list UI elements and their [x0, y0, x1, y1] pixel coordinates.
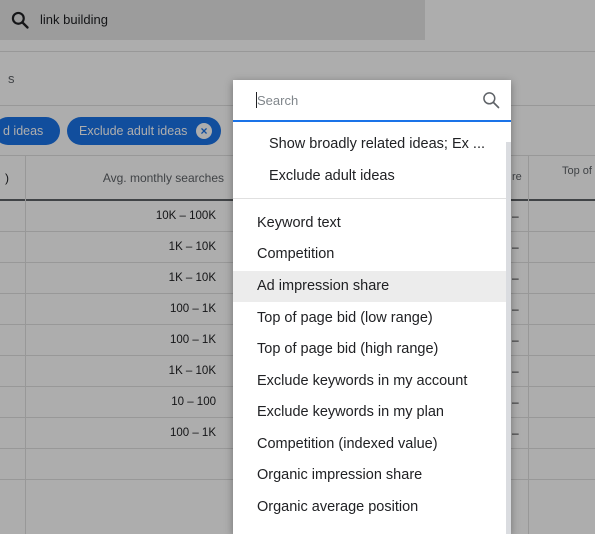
menu-item-competition[interactable]: Competition: [233, 239, 511, 270]
filter-dropdown-menu: Search Show broadly related ideas; Ex ..…: [233, 80, 511, 534]
menu-item-top-of-page-bid-low[interactable]: Top of page bid (low range): [233, 303, 511, 334]
menu-item-show-broadly-related[interactable]: Show broadly related ideas; Ex ...: [233, 129, 511, 160]
menu-item-exclude-keywords-plan[interactable]: Exclude keywords in my plan: [233, 397, 511, 428]
text-cursor: [256, 92, 257, 108]
menu-item-exclude-keywords-account[interactable]: Exclude keywords in my account: [233, 366, 511, 397]
search-focus-underline: [233, 120, 511, 122]
menu-item-organic-average-position[interactable]: Organic average position: [233, 492, 511, 523]
menu-item-exclude-adult-ideas[interactable]: Exclude adult ideas: [233, 161, 511, 192]
menu-item-top-of-page-bid-high[interactable]: Top of page bid (high range): [233, 334, 511, 365]
menu-item-ad-impression-share[interactable]: Ad impression share: [233, 271, 511, 302]
dropdown-search-input[interactable]: Search: [257, 93, 298, 108]
search-icon: [483, 92, 500, 109]
dropdown-scrollbar[interactable]: [506, 142, 511, 534]
menu-item-organic-impression-share[interactable]: Organic impression share: [233, 460, 511, 491]
menu-divider: [233, 198, 511, 199]
menu-item-competition-indexed[interactable]: Competition (indexed value): [233, 429, 511, 460]
dropdown-search-field[interactable]: Search: [233, 80, 511, 121]
menu-item-keyword-text[interactable]: Keyword text: [233, 208, 511, 239]
